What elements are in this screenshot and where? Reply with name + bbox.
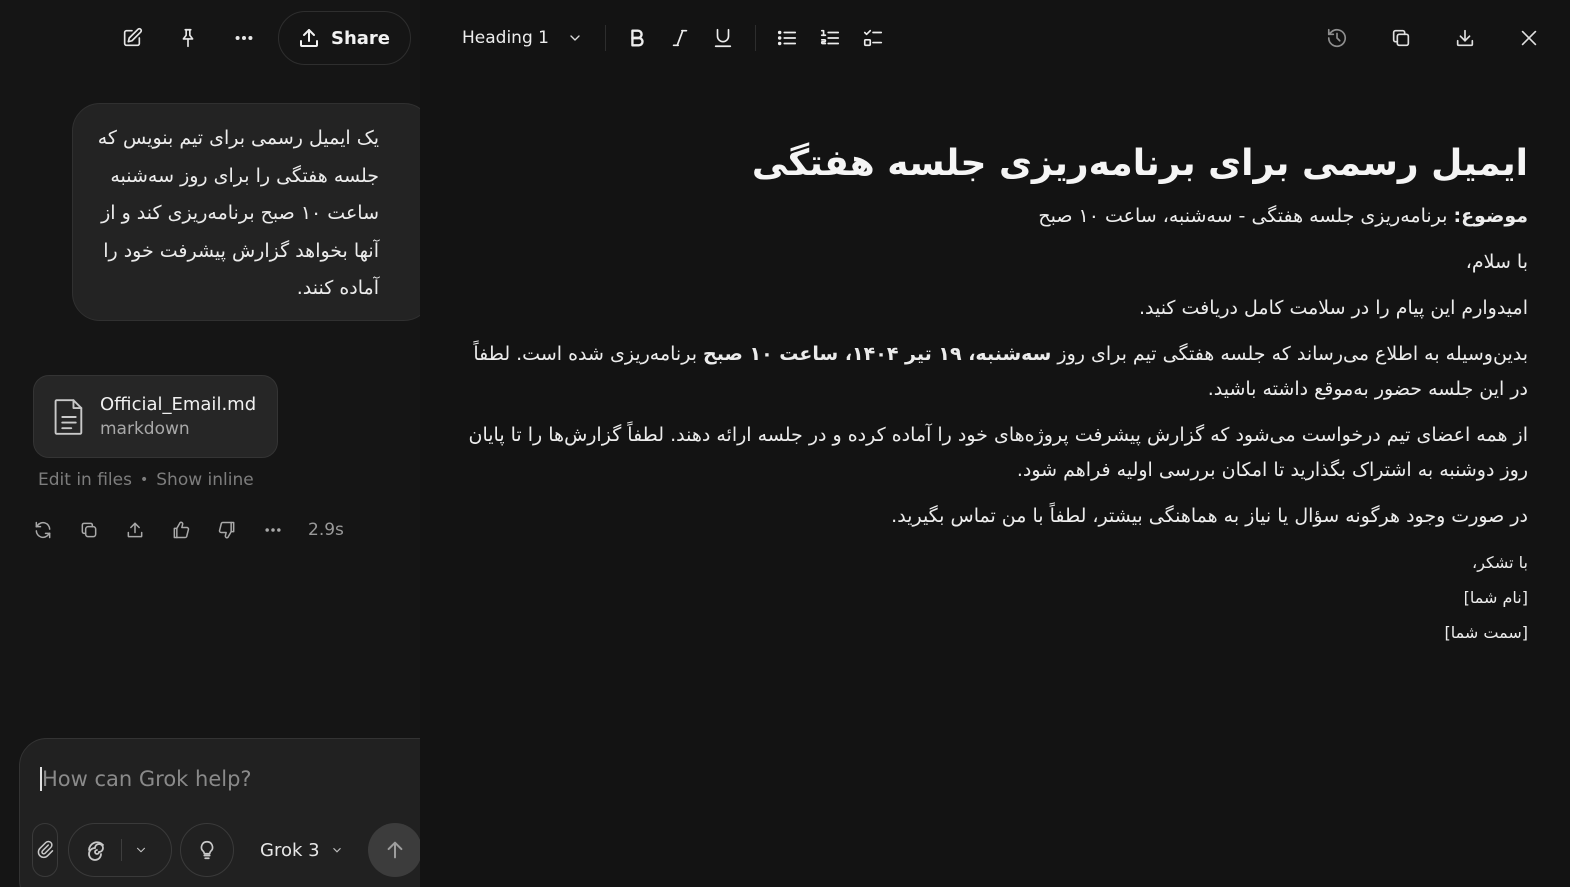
upload-icon: [300, 29, 318, 47]
subject-line: موضوع: برنامه‌ریزی جلسه هفتگی - سه‌شنبه،…: [458, 199, 1528, 234]
more-options-icon[interactable]: [222, 16, 266, 60]
arrow-up-icon: [387, 841, 403, 859]
history-button[interactable]: [1315, 16, 1358, 60]
contact-paragraph: در صورت وجود هرگونه سؤال یا نیاز به هماه…: [891, 505, 1528, 527]
link-separator: •: [139, 472, 149, 488]
checklist-button[interactable]: [852, 16, 895, 60]
file-links: Edit in files • Show inline: [38, 470, 254, 490]
chevron-down-icon: [570, 35, 580, 41]
prompt-input[interactable]: [40, 767, 400, 791]
file-attachment-card[interactable]: Official_Email.md markdown: [33, 375, 278, 458]
send-button[interactable]: [368, 823, 420, 877]
chevron-down-icon[interactable]: [134, 843, 148, 857]
block-type-label: Heading 1: [462, 28, 549, 48]
meeting-paragraph: بدین‌وسیله به اطلاع می‌رساند که جلسه هفت…: [458, 337, 1528, 407]
model-label: Grok 3: [260, 839, 320, 861]
chat-toolbar: Share: [110, 10, 412, 66]
meeting-text-start: بدین‌وسیله به اطلاع می‌رساند که جلسه هفت…: [1051, 343, 1528, 365]
pin-icon[interactable]: [166, 16, 210, 60]
chevron-down-icon: [332, 847, 341, 853]
document-content[interactable]: ایمیل رسمی برای برنامه‌ریزی جلسه هفتگی م…: [458, 135, 1529, 650]
title-placeholder: [سمت شما]: [1444, 623, 1528, 642]
block-type-dropdown[interactable]: Heading 1: [448, 16, 595, 60]
numbered-list-button[interactable]: [809, 16, 852, 60]
numbered-list-icon: [821, 29, 840, 45]
regenerate-icon[interactable]: [20, 508, 66, 552]
share-label: Share: [331, 27, 391, 49]
chat-panel: Share یک ایمیل رسمی برای تیم بنویس که جل…: [0, 0, 420, 887]
italic-icon: [673, 29, 688, 47]
file-name: Official_Email.md: [100, 393, 257, 415]
download-button[interactable]: [1443, 16, 1486, 60]
thumbs-down-icon[interactable]: [204, 508, 250, 552]
wish-paragraph: امیدوارم این پیام را در سلامت کامل دریاف…: [1138, 297, 1528, 319]
subject-text: برنامه‌ریزی جلسه هفتگی - سه‌شنبه، ساعت ۱…: [1038, 205, 1454, 227]
lightbulb-icon: [200, 840, 214, 860]
model-selector[interactable]: Grok 3: [260, 835, 344, 865]
copy-icon[interactable]: [66, 508, 112, 552]
bullet-list-icon: [778, 30, 797, 46]
report-paragraph: از همه اعضای تیم درخواست می‌شود که گزارش…: [468, 424, 1529, 481]
download-icon: [1456, 29, 1473, 47]
editor-actions: [1315, 16, 1550, 60]
checklist-icon: [864, 29, 883, 47]
greeting: با سلام،: [1465, 251, 1528, 273]
bullet-list-button[interactable]: [766, 16, 809, 60]
paperclip-icon: [37, 840, 54, 859]
document-title: ایمیل رسمی برای برنامه‌ریزی جلسه هفتگی: [751, 143, 1528, 184]
bold-icon: [631, 29, 645, 47]
user-message: یک ایمیل رسمی برای تیم بنویس که جلسه هفت…: [72, 103, 420, 321]
thumbs-up-icon[interactable]: [158, 508, 204, 552]
message-composer: Grok 3: [19, 738, 420, 887]
italic-button[interactable]: [659, 16, 702, 60]
close-button[interactable]: [1507, 16, 1550, 60]
think-divider: [121, 839, 122, 861]
deep-think-button[interactable]: [68, 823, 172, 877]
closing: با تشکر،: [1472, 553, 1528, 572]
close-icon: [1521, 30, 1536, 46]
format-toolbar: Heading 1: [448, 16, 895, 60]
file-type: markdown: [100, 418, 190, 439]
toolbar-divider: [604, 25, 606, 51]
underline-button[interactable]: [702, 16, 745, 60]
share-response-icon[interactable]: [112, 508, 158, 552]
name-placeholder: [نام شما]: [1463, 588, 1528, 607]
response-time: 2.9s: [308, 520, 344, 540]
share-button[interactable]: Share: [278, 11, 412, 65]
show-inline-link[interactable]: Show inline: [156, 470, 253, 490]
ideas-button[interactable]: [180, 823, 234, 877]
toolbar-divider: [754, 25, 756, 51]
more-actions-icon[interactable]: [250, 508, 296, 552]
swirl-icon: [88, 841, 104, 861]
document-icon: [54, 398, 83, 435]
document-editor: Heading 1: [420, 0, 1570, 887]
edit-in-files-link[interactable]: Edit in files: [38, 470, 132, 490]
meeting-datetime: سه‌شنبه، ۱۹ تیر ۱۴۰۴، ساعت ۱۰ صبح: [703, 343, 1052, 365]
bold-button[interactable]: [616, 16, 659, 60]
edit-icon[interactable]: [110, 16, 154, 60]
copy-document-button[interactable]: [1379, 16, 1422, 60]
copy-icon: [1392, 29, 1409, 47]
signature: با تشکر، [نام شما] [سمت شما]: [458, 545, 1528, 650]
subject-label: موضوع:: [1453, 205, 1528, 227]
attach-button[interactable]: [32, 823, 58, 877]
response-actions: 2.9s: [20, 508, 344, 552]
history-icon: [1327, 28, 1346, 48]
underline-icon: [715, 28, 732, 48]
